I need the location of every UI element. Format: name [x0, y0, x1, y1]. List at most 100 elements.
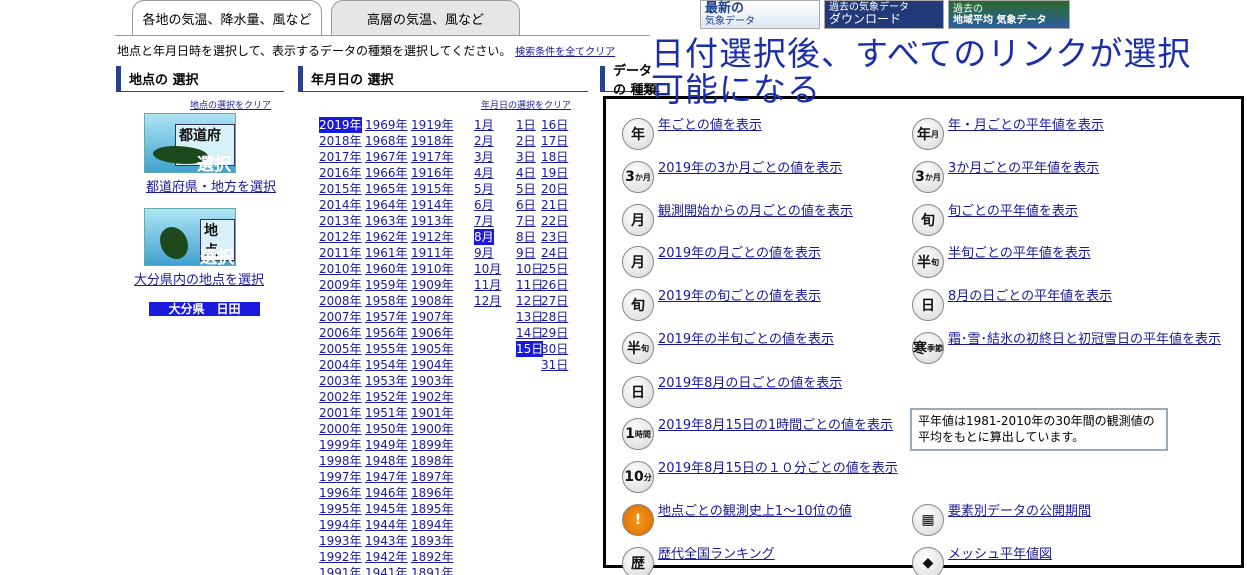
month-link[interactable]: 5月 — [474, 182, 494, 196]
year-link[interactable]: 2002年 — [319, 390, 362, 404]
year-link[interactable]: 1912年 — [411, 230, 454, 244]
prefecture-select-link[interactable]: 都道府県・地方を選択 — [146, 176, 276, 195]
data-item[interactable]: 寒季節 霜･雪･結氷の初終日と初冠雪日の平年値を表示 — [912, 332, 1221, 364]
day-link[interactable]: 13日 — [516, 310, 543, 324]
data-item[interactable]: 月 2019年の月ごとの値を表示 — [622, 246, 821, 278]
year-link[interactable]: 1967年 — [365, 150, 408, 164]
clear-point-link[interactable]: 地点の選択をクリア — [190, 98, 271, 111]
year-link[interactable]: 1941年 — [365, 566, 408, 575]
year-link[interactable]: 1942年 — [365, 550, 408, 564]
year-link[interactable]: 2000年 — [319, 422, 362, 436]
year-link[interactable]: 1899年 — [411, 438, 454, 452]
year-link[interactable]: 2011年 — [319, 246, 362, 260]
data-item-link[interactable]: 2019年の3か月ごとの値を表示 — [658, 157, 842, 176]
data-item[interactable]: ! 地点ごとの観測史上1～10位の値 — [622, 504, 852, 536]
year-link[interactable]: 1905年 — [411, 342, 454, 356]
year-link[interactable]: 1906年 — [411, 326, 454, 340]
month-link[interactable]: 1月 — [474, 118, 494, 132]
data-item[interactable]: 年月年・月ごとの平年値を表示 — [912, 118, 1104, 150]
year-link[interactable]: 2005年 — [319, 342, 362, 356]
year-link[interactable]: 1995年 — [319, 502, 362, 516]
station-select-link[interactable]: 大分県内の地点を選択 — [134, 269, 264, 288]
year-link[interactable]: 1943年 — [365, 534, 408, 548]
month-link[interactable]: 12月 — [474, 294, 501, 308]
year-link[interactable]: 1951年 — [365, 406, 408, 420]
month-link[interactable]: 8月 — [474, 229, 494, 245]
day-link[interactable]: 22日 — [541, 214, 568, 228]
data-item-link[interactable]: 2019年の旬ごとの値を表示 — [658, 285, 821, 304]
station-select-button[interactable]: 地点 選択 — [144, 208, 236, 268]
year-link[interactable]: 1959年 — [365, 278, 408, 292]
year-link[interactable]: 2001年 — [319, 406, 362, 420]
year-link[interactable]: 1957年 — [365, 310, 408, 324]
year-link[interactable]: 2012年 — [319, 230, 362, 244]
year-link[interactable]: 1894年 — [411, 518, 454, 532]
year-link[interactable]: 2004年 — [319, 358, 362, 372]
data-item-link[interactable]: 2019年の半旬ごとの値を表示 — [658, 328, 834, 347]
day-link[interactable]: 23日 — [541, 230, 568, 244]
data-item[interactable]: 月観測開始からの月ごとの値を表示 — [622, 204, 853, 236]
year-link[interactable]: 2014年 — [319, 198, 362, 212]
day-link[interactable]: 4日 — [516, 166, 536, 180]
day-link[interactable]: 9日 — [516, 246, 536, 260]
day-link[interactable]: 11日 — [516, 278, 543, 292]
data-item-link[interactable]: 観測開始からの月ごとの値を表示 — [658, 200, 853, 219]
day-link[interactable]: 5日 — [516, 182, 536, 196]
year-link[interactable]: 1955年 — [365, 342, 408, 356]
year-link[interactable]: 1892年 — [411, 550, 454, 564]
day-link[interactable]: 27日 — [541, 294, 568, 308]
data-item-link[interactable]: 歴代全国ランキング — [658, 543, 775, 562]
prefecture-select-button[interactable]: 都道府県 選択 — [144, 113, 236, 175]
year-link[interactable]: 1952年 — [365, 390, 408, 404]
year-link[interactable]: 1994年 — [319, 518, 362, 532]
month-link[interactable]: 4月 — [474, 166, 494, 180]
year-link[interactable]: 1904年 — [411, 358, 454, 372]
data-item-link[interactable]: 2019年8月15日の１０分ごとの値を表示 — [658, 457, 898, 476]
data-item-link[interactable]: 要素別データの公開期間 — [948, 500, 1091, 519]
year-link[interactable]: 1998年 — [319, 454, 362, 468]
day-link[interactable]: 26日 — [541, 278, 568, 292]
year-link[interactable]: 2019年 — [319, 117, 362, 133]
month-link[interactable]: 7月 — [474, 214, 494, 228]
year-link[interactable]: 1910年 — [411, 262, 454, 276]
data-item-link[interactable]: 2019年8月の日ごとの値を表示 — [658, 372, 842, 391]
year-link[interactable]: 2018年 — [319, 134, 362, 148]
data-item-link[interactable]: 2019年8月15日の1時間ごとの値を表示 — [658, 414, 893, 433]
day-link[interactable]: 1日 — [516, 118, 536, 132]
year-link[interactable]: 2015年 — [319, 182, 362, 196]
year-link[interactable]: 1919年 — [411, 118, 454, 132]
year-link[interactable]: 1954年 — [365, 358, 408, 372]
year-link[interactable]: 1948年 — [365, 454, 408, 468]
day-link[interactable]: 16日 — [541, 118, 568, 132]
year-link[interactable]: 1950年 — [365, 422, 408, 436]
day-link[interactable]: 2日 — [516, 134, 536, 148]
clear-all-link[interactable]: 検索条件を全てクリア — [515, 47, 615, 58]
year-link[interactable]: 1917年 — [411, 150, 454, 164]
year-link[interactable]: 1900年 — [411, 422, 454, 436]
year-link[interactable]: 1965年 — [365, 182, 408, 196]
year-link[interactable]: 1960年 — [365, 262, 408, 276]
year-link[interactable]: 2017年 — [319, 150, 362, 164]
data-item[interactable]: 旬 2019年の旬ごとの値を表示 — [622, 289, 821, 321]
year-link[interactable]: 1911年 — [411, 246, 454, 260]
year-link[interactable]: 2010年 — [319, 262, 362, 276]
download-banner[interactable]: 過去の気象データ ダウンロード — [824, 0, 944, 29]
year-link[interactable]: 1913年 — [411, 214, 454, 228]
clear-date-link[interactable]: 年月日の選択をクリア — [481, 98, 571, 111]
year-link[interactable]: 1944年 — [365, 518, 408, 532]
year-link[interactable]: 1897年 — [411, 470, 454, 484]
day-link[interactable]: 10日 — [516, 262, 543, 276]
regional-average-banner[interactable]: 過去の 地域平均 気象データ — [948, 0, 1070, 29]
data-item-link[interactable]: 半旬ごとの平年値を表示 — [948, 242, 1091, 261]
year-link[interactable]: 1964年 — [365, 198, 408, 212]
year-link[interactable]: 1902年 — [411, 390, 454, 404]
year-link[interactable]: 1949年 — [365, 438, 408, 452]
year-link[interactable]: 1958年 — [365, 294, 408, 308]
data-item[interactable]: 1 時間 2019年8月15日の1時間ごとの値を表示 — [622, 418, 893, 450]
year-link[interactable]: 1992年 — [319, 550, 362, 564]
year-link[interactable]: 1993年 — [319, 534, 362, 548]
year-link[interactable]: 1969年 — [365, 118, 408, 132]
day-link[interactable]: 18日 — [541, 150, 568, 164]
year-link[interactable]: 1968年 — [365, 134, 408, 148]
year-link[interactable]: 1918年 — [411, 134, 454, 148]
